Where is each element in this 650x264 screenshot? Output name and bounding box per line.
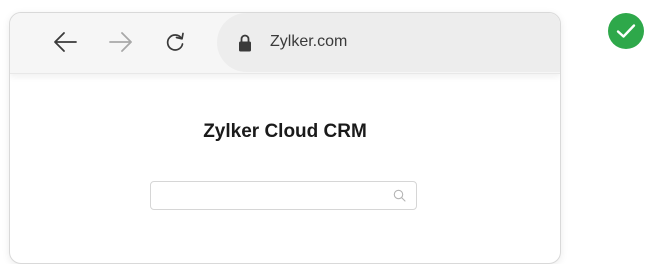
- back-button[interactable]: [50, 27, 80, 57]
- forward-button[interactable]: [106, 27, 136, 57]
- search-box[interactable]: [150, 181, 417, 210]
- page-content: Zylker Cloud CRM: [10, 74, 560, 263]
- search-icon[interactable]: [393, 189, 406, 202]
- lock-icon: [239, 34, 251, 52]
- browser-toolbar: Zylker.com: [10, 13, 560, 74]
- checkmark-icon: [616, 24, 636, 38]
- reload-button[interactable]: [160, 27, 190, 57]
- reload-icon: [166, 32, 184, 51]
- forward-arrow-icon: [109, 32, 132, 52]
- address-bar[interactable]: Zylker.com: [217, 13, 560, 72]
- url-text: Zylker.com: [270, 33, 348, 50]
- browser-window: Zylker.com Zylker Cloud CRM: [9, 12, 561, 264]
- back-arrow-icon: [54, 32, 77, 52]
- page-title: Zylker Cloud CRM: [203, 121, 367, 142]
- success-badge: [608, 13, 644, 49]
- search-input[interactable]: [151, 182, 397, 209]
